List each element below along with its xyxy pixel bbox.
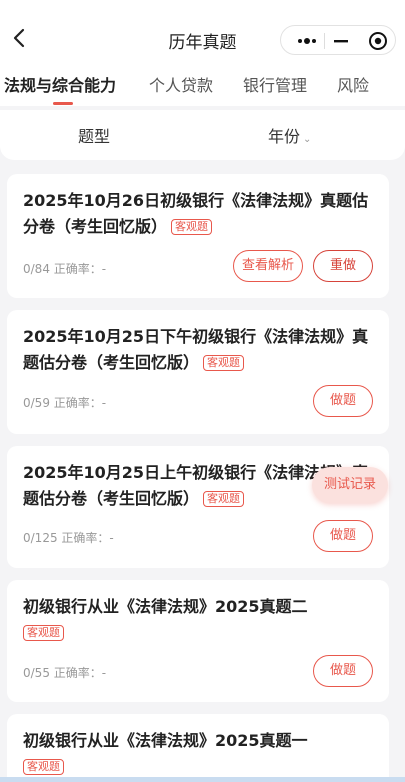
exam-card[interactable]: 初级银行从业《法律法规》2025真题二 客观题 0/55 正确率：- 做题	[7, 580, 389, 702]
exam-title: 初级银行从业《法律法规》2025真题二 客观题	[23, 594, 373, 646]
exam-stats: 0/55 正确率：-	[23, 666, 107, 680]
test-record-button[interactable]: 测试记录	[312, 467, 388, 503]
exam-title-text: 初级银行从业《法律法规》2025真题一	[23, 731, 308, 750]
exam-title-text: 初级银行从业《法律法规》2025真题二	[23, 597, 308, 616]
exam-stats: 0/84 正确率：-	[23, 262, 107, 276]
objective-badge: 客观题	[23, 759, 64, 775]
filter-year-label: 年份	[268, 127, 301, 146]
objective-badge: 客观题	[203, 355, 245, 371]
filter-bar: 题型 年份 ⌄	[0, 110, 405, 160]
active-tab-indicator	[53, 102, 73, 105]
exam-card[interactable]: 2025年10月25日下午初级银行《法律法规》真题估分卷（考生回忆版） 客观题 0…	[7, 310, 389, 434]
exam-stats: 0/125 正确率：-	[23, 531, 114, 545]
objective-badge: 客观题	[23, 625, 64, 641]
chevron-down-icon: ⌄	[303, 134, 312, 145]
exam-title: 初级银行从业《法律法规》2025真题一 客观题	[23, 728, 373, 780]
tab-risk[interactable]: 风险	[337, 72, 369, 96]
objective-badge: 客观题	[171, 219, 213, 235]
exam-title-text: 2025年10月25日下午初级银行《法律法规》真题估分卷（考生回忆版）	[23, 327, 369, 372]
filter-year[interactable]: 年份 ⌄	[268, 123, 311, 147]
target-close-icon[interactable]	[363, 26, 393, 56]
tab-regulations[interactable]: 法规与综合能力	[4, 72, 116, 96]
filter-type-label: 题型	[78, 127, 111, 146]
exam-card[interactable]: 2025年10月25日上午初级银行《法律法规》真题估分卷（考生回忆版） 客观题 0…	[7, 446, 389, 568]
objective-badge: 客观题	[203, 491, 245, 507]
mini-program-capsule	[280, 25, 396, 55]
more-dots-icon[interactable]	[291, 26, 321, 56]
exam-title: 2025年10月25日下午初级银行《法律法规》真题估分卷（考生回忆版） 客观题	[23, 324, 373, 376]
minimize-icon[interactable]	[329, 26, 353, 56]
tab-personal-loans[interactable]: 个人贷款	[149, 72, 213, 96]
category-tabs: 法规与综合能力 个人贷款 银行管理 风险	[0, 62, 405, 106]
filter-type[interactable]: 题型	[78, 123, 110, 147]
exam-card[interactable]: 初级银行从业《法律法规》2025真题一 客观题	[7, 714, 389, 782]
exam-stats: 0/59 正确率：-	[23, 396, 107, 410]
do-exam-button[interactable]: 做题	[313, 385, 373, 417]
redo-button[interactable]: 重做	[313, 250, 373, 282]
exam-card[interactable]: 2025年10月26日初级银行《法律法规》真题估分卷（考生回忆版） 客观题 0/8…	[7, 174, 389, 298]
capsule-divider	[324, 33, 325, 49]
tab-bank-management[interactable]: 银行管理	[243, 72, 307, 96]
do-exam-button[interactable]: 做题	[313, 520, 373, 552]
exam-title: 2025年10月26日初级银行《法律法规》真题估分卷（考生回忆版） 客观题	[23, 188, 373, 240]
view-analysis-button[interactable]: 查看解析	[233, 250, 303, 282]
bottom-edge	[0, 777, 405, 782]
do-exam-button[interactable]: 做题	[313, 655, 373, 687]
